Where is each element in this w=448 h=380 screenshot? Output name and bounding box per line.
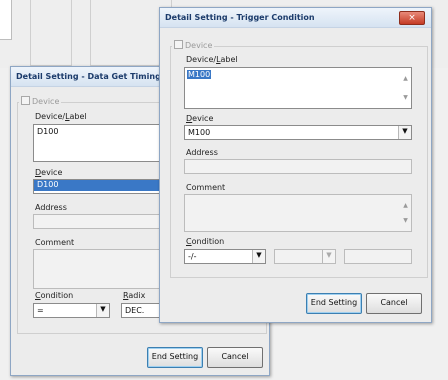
chevron-down-icon[interactable]: ▼: [322, 250, 335, 263]
scroll-up-icon: ▲: [403, 75, 408, 82]
cancel-button[interactable]: Cancel: [366, 293, 422, 314]
chevron-down-icon[interactable]: ▼: [96, 304, 109, 317]
condition-label: Condition: [186, 237, 225, 246]
end-setting-button[interactable]: End Setting: [147, 347, 203, 368]
comment-textarea[interactable]: ▲ ▼: [184, 194, 412, 232]
device-checkbox[interactable]: [21, 96, 30, 105]
scroll-up-icon: ▲: [403, 202, 408, 209]
dialog-title: Detail Setting - Trigger Condition: [165, 13, 315, 22]
textarea-scrollbar[interactable]: ▲ ▼: [401, 196, 410, 230]
scroll-down-icon: ▼: [403, 94, 408, 101]
cancel-button[interactable]: Cancel: [207, 347, 263, 368]
title-bar[interactable]: Detail Setting - Trigger Condition ×: [160, 8, 431, 28]
condition-operand-combobox[interactable]: ▼: [274, 249, 336, 264]
address-field[interactable]: [184, 159, 412, 174]
device-combobox[interactable]: M100 ▼: [184, 125, 412, 140]
address-label: Address: [186, 148, 218, 157]
device-label-label: Device/Label: [186, 55, 238, 64]
condition-combobox[interactable]: -/- ▼: [184, 249, 266, 264]
radix-label: Radix: [123, 291, 146, 300]
end-setting-button[interactable]: End Setting: [306, 293, 362, 314]
condition-combobox[interactable]: = ▼: [33, 303, 110, 318]
comment-label: Comment: [35, 238, 75, 247]
comment-label: Comment: [186, 183, 226, 192]
close-icon[interactable]: ×: [399, 11, 425, 25]
trigger-condition-dialog: Detail Setting - Trigger Condition × Dev…: [159, 7, 432, 323]
device-group-label: Device: [172, 40, 215, 50]
device-label-label: Device/Label: [35, 112, 87, 121]
device-checkbox[interactable]: [174, 40, 183, 49]
background-field: [0, 0, 12, 40]
background-field: [30, 0, 72, 66]
dialog-title: Detail Setting - Data Get Timing: [16, 72, 161, 81]
device-group-label: Device: [19, 96, 62, 106]
device-label-textarea[interactable]: M100 ▲ ▼: [184, 67, 412, 109]
condition-label: Condition: [35, 291, 74, 300]
device-label: Device: [35, 168, 63, 177]
textarea-scrollbar[interactable]: ▲ ▼: [401, 69, 410, 107]
address-label: Address: [35, 203, 67, 212]
condition-value-field[interactable]: [344, 249, 412, 264]
chevron-down-icon[interactable]: ▼: [252, 250, 265, 263]
device-label: Device: [186, 114, 214, 123]
scroll-down-icon: ▼: [403, 217, 408, 224]
chevron-down-icon[interactable]: ▼: [398, 126, 411, 139]
device-label-selected-text: M100: [187, 70, 212, 79]
